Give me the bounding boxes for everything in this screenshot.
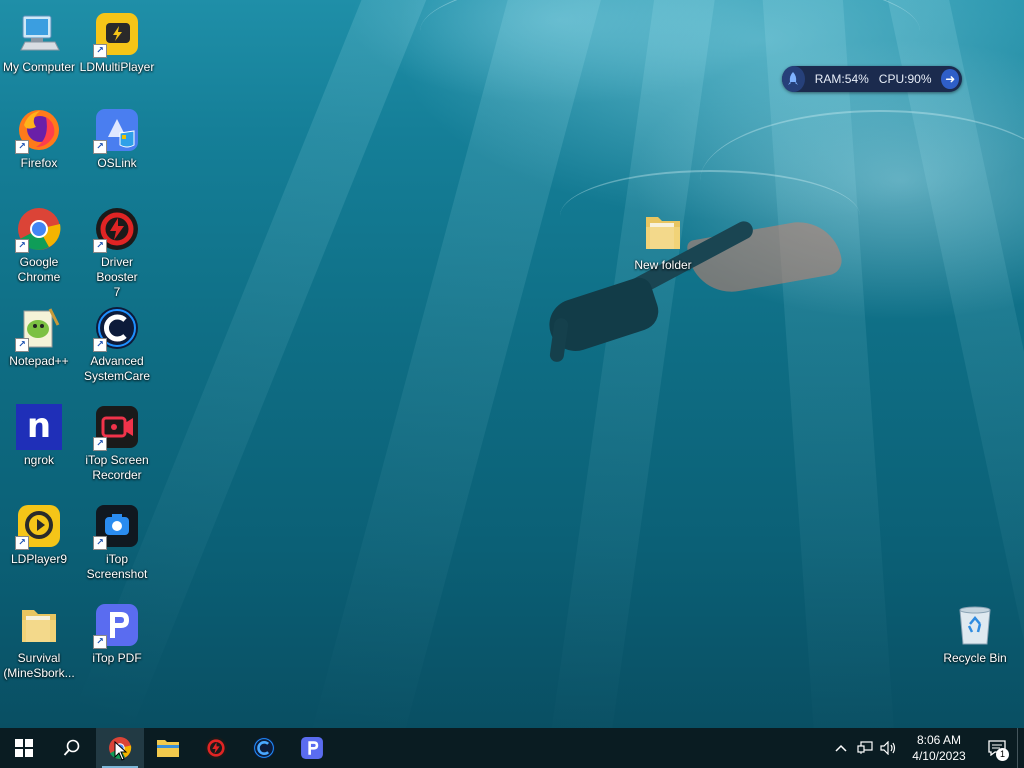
taskbar-advanced-systemcare[interactable] [240,728,288,768]
desktop-icon-advanced-systemcare[interactable]: ↗ Advanced SystemCare [78,304,156,384]
cpu-usage: CPU:90% [878,72,932,86]
shortcut-arrow-icon: ↗ [15,140,29,154]
desktop-icon-label: My Computer [2,60,76,74]
desktop-icon-itop-screenshot[interactable]: ↗ iTop Screenshot [78,502,156,582]
taskbar-chrome[interactable] [96,728,144,768]
system-tray: 8:06 AM 4/10/2023 1 [829,728,1024,768]
desktop-icon-label: OSLink [97,156,137,170]
desktop-icon-label: LDMultiPlayer [79,60,155,74]
rocket-icon[interactable] [782,66,805,92]
desktop-icon-survival-folder[interactable]: Survival (MineSbork... [0,601,78,681]
taskbar-driver-booster[interactable] [192,728,240,768]
itop-pdf-icon: ↗ [93,601,141,649]
shortcut-arrow-icon: ↗ [93,437,107,451]
desktop-icon-label: New folder [634,258,692,272]
desktop-icon-itop-pdf[interactable]: ↗ iTop PDF [78,601,156,666]
volume-icon [880,741,896,755]
volume-button[interactable] [877,728,901,768]
start-button[interactable] [0,728,48,768]
itop-pdf-icon [301,737,323,759]
advanced-systemcare-icon [253,737,275,759]
desktop-icon-label: Driver Booster 7 [96,255,138,299]
desktop-icon-label: iTop Screen Recorder [85,453,149,482]
desktop-icon-ngrok[interactable]: n ngrok [0,403,78,468]
shortcut-arrow-icon: ↗ [93,44,107,58]
desktop-icon-label: Notepad++ [9,354,69,368]
shortcut-arrow-icon: ↗ [15,536,29,550]
desktop-icon-label: Firefox [20,156,58,170]
desktop-icon-ldplayer9[interactable]: ↗ LDPlayer9 [0,502,78,567]
shortcut-arrow-icon: ↗ [93,635,107,649]
ngrok-icon: n [15,403,63,451]
folder-icon [15,601,63,649]
driver-booster-icon: ↗ [93,205,141,253]
ram-usage: RAM:54% [814,72,869,86]
desktop-icon-notepadpp[interactable]: ↗ Notepad++ [0,304,78,369]
desktop-icon-label: Survival (MineSbork... [3,651,75,680]
desktop-icon-google-chrome[interactable]: ↗ Google Chrome [0,205,78,285]
desktop-icon-label: iTop PDF [92,651,142,665]
taskbar-itop-pdf[interactable] [288,728,336,768]
shortcut-arrow-icon: ↗ [15,338,29,352]
start-icon [15,739,33,757]
notepadpp-icon: ↗ [15,304,63,352]
shortcut-arrow-icon: ↗ [93,140,107,154]
clock[interactable]: 8:06 AM 4/10/2023 [901,732,977,764]
search-icon [63,739,80,756]
search-button[interactable] [48,728,96,768]
desktop-icon-ldmultiplayer[interactable]: ↗ LDMultiPlayer [78,10,156,75]
desktop-icon-itop-screen-recorder[interactable]: ↗ iTop Screen Recorder [78,403,156,483]
firefox-icon: ↗ [15,106,63,154]
desktop-icon-driver-booster[interactable]: ↗ Driver Booster 7 [78,205,156,300]
file-explorer-icon [157,740,179,757]
show-desktop-button[interactable] [1017,728,1024,768]
desktop-icon-label: iTop Screenshot [86,552,148,581]
notification-center-button[interactable]: 1 [977,728,1017,768]
computer-icon [15,10,63,58]
ldplayer9-icon: ↗ [15,502,63,550]
desktop[interactable]: My Computer ↗ Firefox ↗ Google Chrome ↗ … [0,0,1024,728]
itop-screen-recorder-icon: ↗ [93,403,141,451]
chevron-up-icon [835,744,847,752]
desktop-icon-label: Google Chrome [17,255,61,284]
desktop-icon-recycle-bin[interactable]: Recycle Bin [936,601,1014,666]
advanced-systemcare-icon: ↗ [93,304,141,352]
notification-badge: 1 [996,748,1009,761]
mouse-cursor-icon [114,741,128,761]
taskbar-file-explorer[interactable] [144,728,192,768]
network-button[interactable] [853,728,877,768]
show-hidden-icons-button[interactable] [829,728,853,768]
clock-time: 8:06 AM [916,733,962,747]
light-ray [546,0,720,728]
desktop-icon-new-folder[interactable]: New folder [624,208,702,273]
clock-date: 4/10/2023 [912,749,966,763]
arrow-right-icon[interactable]: ➜ [941,69,959,89]
shortcut-arrow-icon: ↗ [93,338,107,352]
desktop-icon-label: Recycle Bin [943,651,1007,665]
desktop-icon-label: ngrok [23,453,55,467]
shortcut-arrow-icon: ↗ [15,239,29,253]
shortcut-arrow-icon: ↗ [93,536,107,550]
desktop-icon-label: Advanced SystemCare [83,354,151,383]
driver-booster-icon [205,737,227,759]
shortcut-arrow-icon: ↗ [93,239,107,253]
desktop-icon-oslink[interactable]: ↗ OSLink [78,106,156,171]
desktop-icon-my-computer[interactable]: My Computer [0,10,78,75]
oslink-icon: ↗ [93,106,141,154]
itop-screenshot-icon: ↗ [93,502,141,550]
recycle-bin-icon [951,601,999,649]
performance-widget[interactable]: RAM:54% CPU:90% ➜ [782,66,962,92]
taskbar: 8:06 AM 4/10/2023 1 [0,728,1024,768]
chrome-icon: ↗ [15,205,63,253]
desktop-icon-firefox[interactable]: ↗ Firefox [0,106,78,171]
desktop-icon-label: LDPlayer9 [10,552,68,566]
folder-icon [639,208,687,256]
network-icon [857,741,873,754]
ldmultiplayer-icon: ↗ [93,10,141,58]
